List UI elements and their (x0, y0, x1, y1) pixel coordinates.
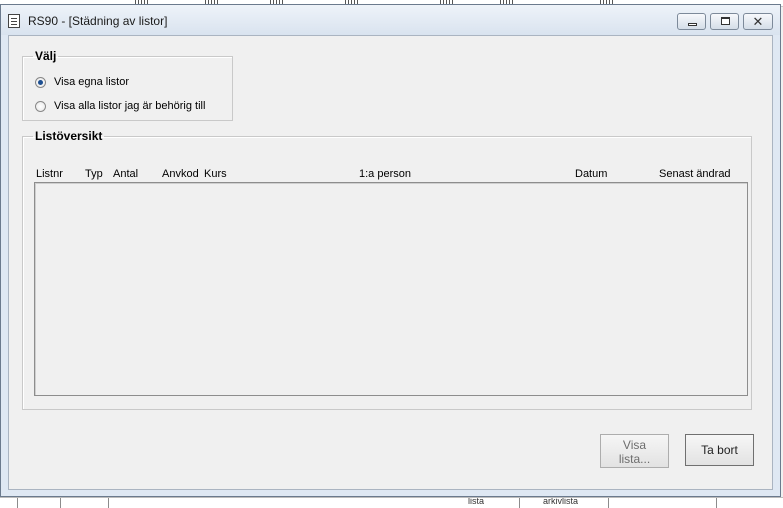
background-fragment-lista: lista (468, 497, 485, 506)
visa-lista-button[interactable]: Visa lista... (600, 434, 669, 468)
radio-button-unchecked[interactable] (35, 100, 46, 112)
background-fragment-arkivlista: arkivlista (543, 497, 579, 506)
minimize-button[interactable] (677, 13, 706, 30)
column-header-kurs[interactable]: Kurs (204, 168, 227, 180)
column-header-anvkod[interactable]: Anvkod (162, 168, 199, 180)
valj-group: Välj Visa egna listor Visa alla listor j… (22, 49, 233, 121)
column-header-antal[interactable]: Antal (113, 168, 138, 180)
radio-visa-alla-listor[interactable]: Visa alla listor jag är behörig till (35, 100, 205, 112)
maximize-icon (721, 17, 730, 25)
visa-lista-label-line2: lista... (618, 452, 651, 466)
column-header-listnr[interactable]: Listnr (36, 168, 63, 180)
column-header-datum[interactable]: Datum (575, 168, 607, 180)
list-overview-box[interactable] (34, 182, 748, 396)
rs90-window: RS90 - [Städning av listor] ✕ Välj Visa … (0, 4, 781, 497)
listoversikt-group: Listöversikt Listnr Typ Antal Anvkod Kur… (22, 129, 752, 410)
close-button[interactable]: ✕ (743, 13, 773, 30)
column-header-typ[interactable]: Typ (85, 168, 103, 180)
background-app-footer: lista arkivlista (0, 497, 783, 508)
visa-lista-label-line1: Visa (622, 438, 647, 452)
column-header-first-person[interactable]: 1:a person (359, 168, 411, 180)
document-icon (8, 14, 20, 28)
radio-visa-egna-listor[interactable]: Visa egna listor (35, 76, 129, 88)
radio-label: Visa egna listor (54, 76, 130, 88)
valj-legend: Välj (35, 49, 57, 63)
column-header-senast-andrad[interactable]: Senast ändrad (659, 168, 731, 180)
client-area: Välj Visa egna listor Visa alla listor j… (8, 35, 773, 490)
listoversikt-legend: Listöversikt (35, 129, 103, 143)
ta-bort-button[interactable]: Ta bort (685, 434, 754, 466)
title-bar[interactable]: RS90 - [Städning av listor] ✕ (1, 5, 780, 35)
maximize-button[interactable] (710, 13, 739, 30)
radio-label: Visa alla listor jag är behörig till (54, 100, 206, 112)
minimize-icon (688, 23, 697, 26)
close-icon: ✕ (752, 14, 764, 29)
radio-button-checked[interactable] (35, 76, 46, 88)
window-title: RS90 - [Städning av listor] (28, 14, 168, 28)
